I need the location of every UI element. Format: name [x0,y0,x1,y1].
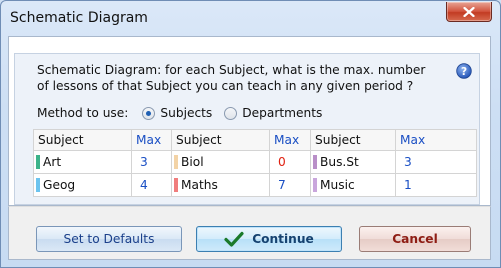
subject-cell: Geog [33,173,132,197]
close-icon [463,6,475,17]
subject-name: Bus.St [320,155,359,169]
max-value-cell[interactable]: 3 [131,150,172,174]
subject-name: Music [320,178,355,192]
subject-name: Maths [181,178,218,192]
col-header-max: Max [395,129,477,151]
col-header-subject: Subject [171,129,270,151]
max-value-cell[interactable]: 0 [269,150,311,174]
set-defaults-button[interactable]: Set to Defaults [36,226,182,252]
window-title: Schematic Diagram [10,10,148,26]
col-header-subject: Subject [33,129,132,151]
grid-header-row: Subject Max Subject Max Subject Max [33,129,477,151]
radio-departments-indicator[interactable] [224,106,238,120]
radio-subjects[interactable]: Subjects [142,106,212,120]
radio-departments-label[interactable]: Departments [242,106,322,120]
method-row: Method to use: Subjects Departments [37,104,334,122]
subject-max-grid: Subject Max Subject Max Subject Max Art … [33,129,477,197]
subject-cell: Bus.St [310,150,396,174]
subject-color-swatch [174,178,178,192]
cancel-button[interactable]: Cancel [359,226,471,252]
max-value-cell[interactable]: 4 [131,173,172,197]
subject-color-swatch [313,155,317,169]
title-bar[interactable]: Schematic Diagram [1,1,500,37]
subject-color-swatch [313,178,317,192]
method-label: Method to use: [37,106,129,120]
table-row: Geog 4 Maths 7 Music 1 [33,173,477,197]
max-value-cell[interactable]: 3 [395,150,477,174]
continue-button[interactable]: Continue [196,226,342,252]
max-value-cell[interactable]: 7 [269,173,311,197]
set-defaults-label: Set to Defaults [63,232,155,246]
svg-text:?: ? [461,66,467,78]
max-value-cell[interactable]: 1 [395,173,477,197]
subject-color-swatch [36,155,40,169]
check-icon [224,231,244,247]
cancel-label: Cancel [392,232,438,246]
radio-departments[interactable]: Departments [224,106,322,120]
subject-color-swatch [36,178,40,192]
prompt-text: Schematic Diagram: for each Subject, wha… [37,63,426,93]
help-icon[interactable]: ? [456,63,472,79]
subject-name: Art [43,155,62,169]
subject-cell: Maths [171,173,270,197]
table-row: Art 3 Biol 0 Bus.St 3 [33,150,477,174]
subject-cell: Art [33,150,132,174]
subject-color-swatch [174,155,178,169]
col-header-subject: Subject [310,129,396,151]
close-button[interactable] [446,2,492,22]
subject-name: Geog [43,178,76,192]
subject-cell: Biol [171,150,270,174]
subject-name: Biol [181,155,204,169]
subject-cell: Music [310,173,396,197]
col-header-max: Max [269,129,311,151]
col-header-max: Max [131,129,172,151]
radio-subjects-label[interactable]: Subjects [160,106,212,120]
radio-subjects-indicator[interactable] [142,106,156,120]
continue-label: Continue [252,232,314,246]
